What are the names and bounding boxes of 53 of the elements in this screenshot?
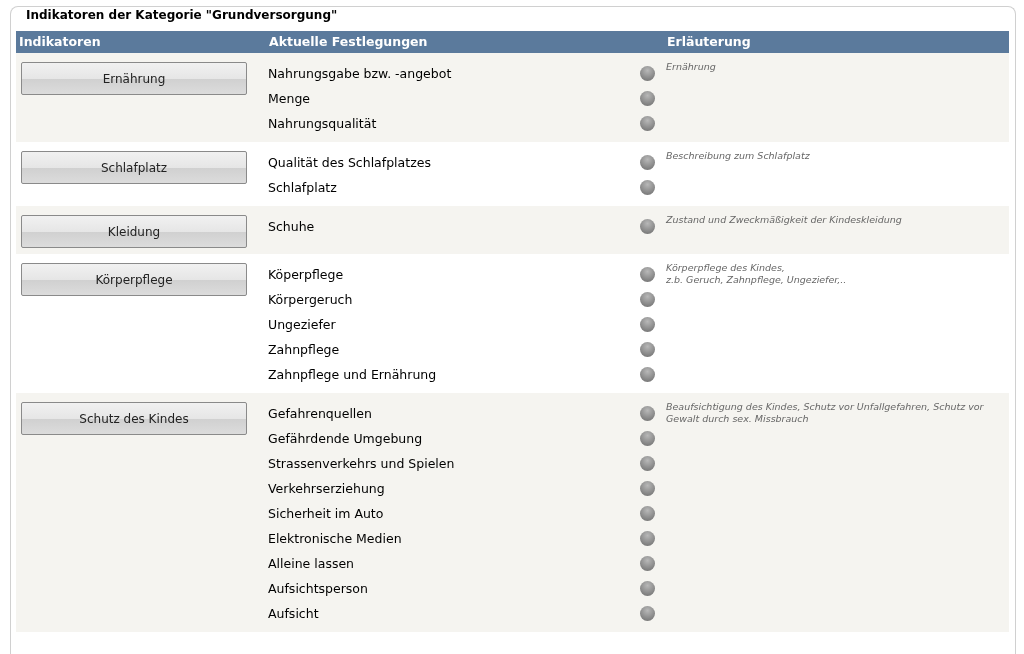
description-text: Beaufsichtigung des Kindes, Schutz vor Unfallgefahren, Schutz vor Gewalt durch sex. Missbrauch [665,401,985,425]
item-label: Elektronische Medien [267,530,403,548]
description-text: Beschreibung zum Schlafplatz [665,150,811,162]
indicator-button[interactable]: Ernährung [21,62,247,95]
item-label: Aufsichtsperson [267,580,369,598]
column-header: Indikatoren [18,32,102,51]
item-label: Nahrungsgabe bzw. -angebot [267,65,453,83]
item-label: Strassenverkehrs und Spielen [267,455,456,473]
item-label: Alleine lassen [267,555,356,573]
item-label: Qualität des Schlafplatzes [267,154,432,172]
indicator-button[interactable]: Schlafplatz [21,151,247,184]
description-text: Ernährung [665,61,717,73]
status-dot-icon [640,506,655,521]
item-label: Sicherheit im Auto [267,505,385,523]
status-dot-icon [640,367,655,382]
item-label: Ungeziefer [267,316,337,334]
item-label: Köperpflege [267,266,345,284]
item-label: Zahnpflege und Ernährung [267,366,438,384]
description-text: Körperpflege des Kindes, z.b. Geruch, Zahnpflege, Ungeziefer,.. [665,262,848,286]
column-header: Aktuelle Festlegungen [268,32,429,51]
status-dot-icon [640,219,655,234]
status-dot-icon [640,431,655,446]
status-dot-icon [640,180,655,195]
status-dot-icon [640,406,655,421]
item-label: Aufsicht [267,605,320,623]
item-label: Körpergeruch [267,291,354,309]
item-label: Zahnpflege [267,341,341,359]
description-text: Zustand und Zweckmäßigkeit der Kindeskleidung [665,214,903,226]
status-dot-icon [640,91,655,106]
item-label: Menge [267,90,312,108]
status-dot-icon [640,292,655,307]
status-dot-icon [640,317,655,332]
status-dot-icon [640,556,655,571]
item-label: Schuhe [267,218,316,236]
item-label: Nahrungsqualität [267,115,378,133]
indicator-button[interactable]: Körperpflege [21,263,247,296]
indicator-button[interactable]: Schutz des Kindes [21,402,247,435]
item-label: Schlafplatz [267,179,338,197]
indicator-button[interactable]: Kleidung [21,215,247,248]
status-dot-icon [640,116,655,131]
status-dot-icon [640,155,655,170]
status-dot-icon [640,66,655,81]
status-dot-icon [640,456,655,471]
status-dot-icon [640,606,655,621]
column-header: Erläuterung [666,32,752,51]
status-dot-icon [640,531,655,546]
status-dot-icon [640,342,655,357]
status-dot-icon [640,581,655,596]
item-label: Verkehrserziehung [267,480,386,498]
item-label: Gefährdende Umgebung [267,430,424,448]
status-dot-icon [640,267,655,282]
status-dot-icon [640,481,655,496]
item-label: Gefahrenquellen [267,405,373,423]
